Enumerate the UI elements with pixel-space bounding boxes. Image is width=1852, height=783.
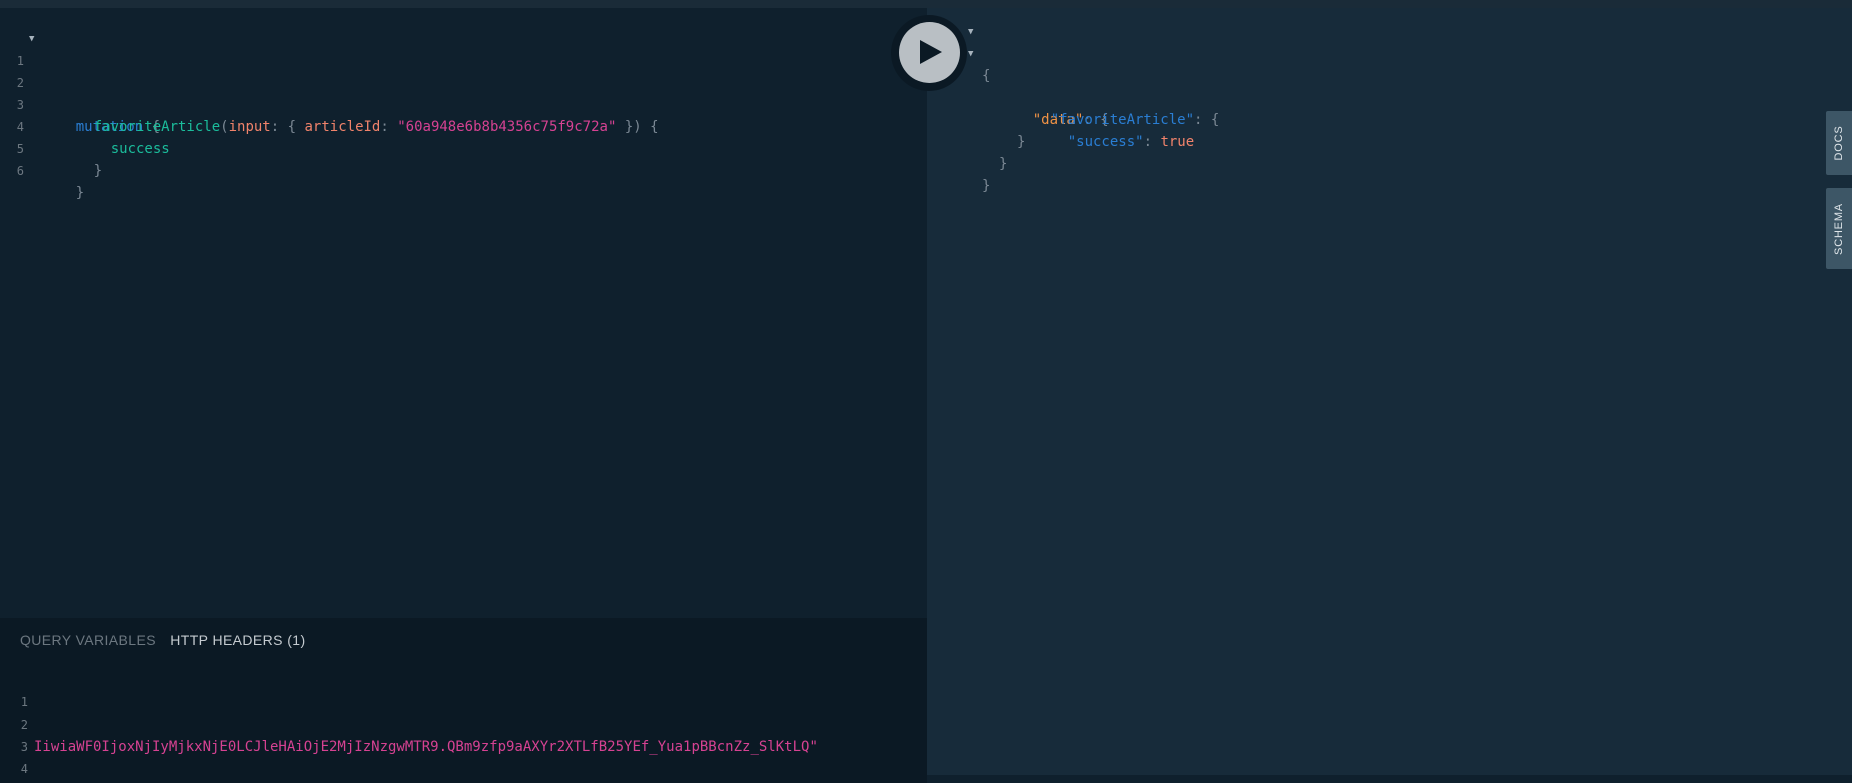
play-icon — [920, 40, 942, 64]
result-line-4: "success": true — [1067, 134, 1195, 150]
variables-tabs: QUERY VARIABLES HTTP HEADERS (1) — [20, 632, 316, 650]
fold-arrow-icon[interactable]: ▼ — [968, 21, 973, 43]
article-id-argument: articleId — [304, 119, 381, 135]
result-line-7: } — [982, 178, 991, 194]
tab-query-variables[interactable]: QUERY VARIABLES — [20, 632, 156, 648]
headers-line-4: 4 — [0, 736, 28, 776]
headers-line-1: 1 — [0, 669, 28, 709]
result-line-5: } — [1017, 134, 1026, 150]
result-line-3: "favoriteArticle": { — [1050, 112, 1220, 128]
headers-line-2: 2 IiwiaWF0IjoxNjIyMjkxNjE0LCJleHAiOjE2Mj… — [0, 692, 818, 755]
headers-line-3: 3 — [0, 714, 28, 754]
top-bar — [0, 0, 1852, 8]
fold-arrow-icon[interactable]: ▼ — [29, 28, 34, 50]
fold-arrow-icon[interactable]: ▼ — [968, 43, 973, 65]
success-field: success — [110, 141, 170, 157]
bottom-strip — [927, 775, 1852, 783]
tab-http-headers[interactable]: HTTP HEADERS (1) — [170, 632, 305, 648]
success-key: "success" — [1067, 134, 1144, 150]
success-value: true — [1160, 134, 1195, 150]
run-button[interactable] — [899, 22, 960, 83]
docs-tab[interactable]: DOCS — [1826, 111, 1852, 175]
input-argument: input — [228, 119, 271, 135]
article-id-value: "60a948e6b8b4356c75f9c72a" — [397, 119, 617, 135]
result-line-2: ▼ "data": { — [0, 43, 1109, 128]
authorization-header-value[interactable]: IiwiaWF0IjoxNjIyMjkxNjE0LCJleHAiOjE2MjIz… — [34, 736, 818, 758]
result-line-6: } — [999, 156, 1008, 172]
line-number: 4 — [20, 762, 28, 776]
schema-tab[interactable]: SCHEMA — [1826, 188, 1852, 269]
result-line-1: ▼ { — [0, 21, 990, 84]
